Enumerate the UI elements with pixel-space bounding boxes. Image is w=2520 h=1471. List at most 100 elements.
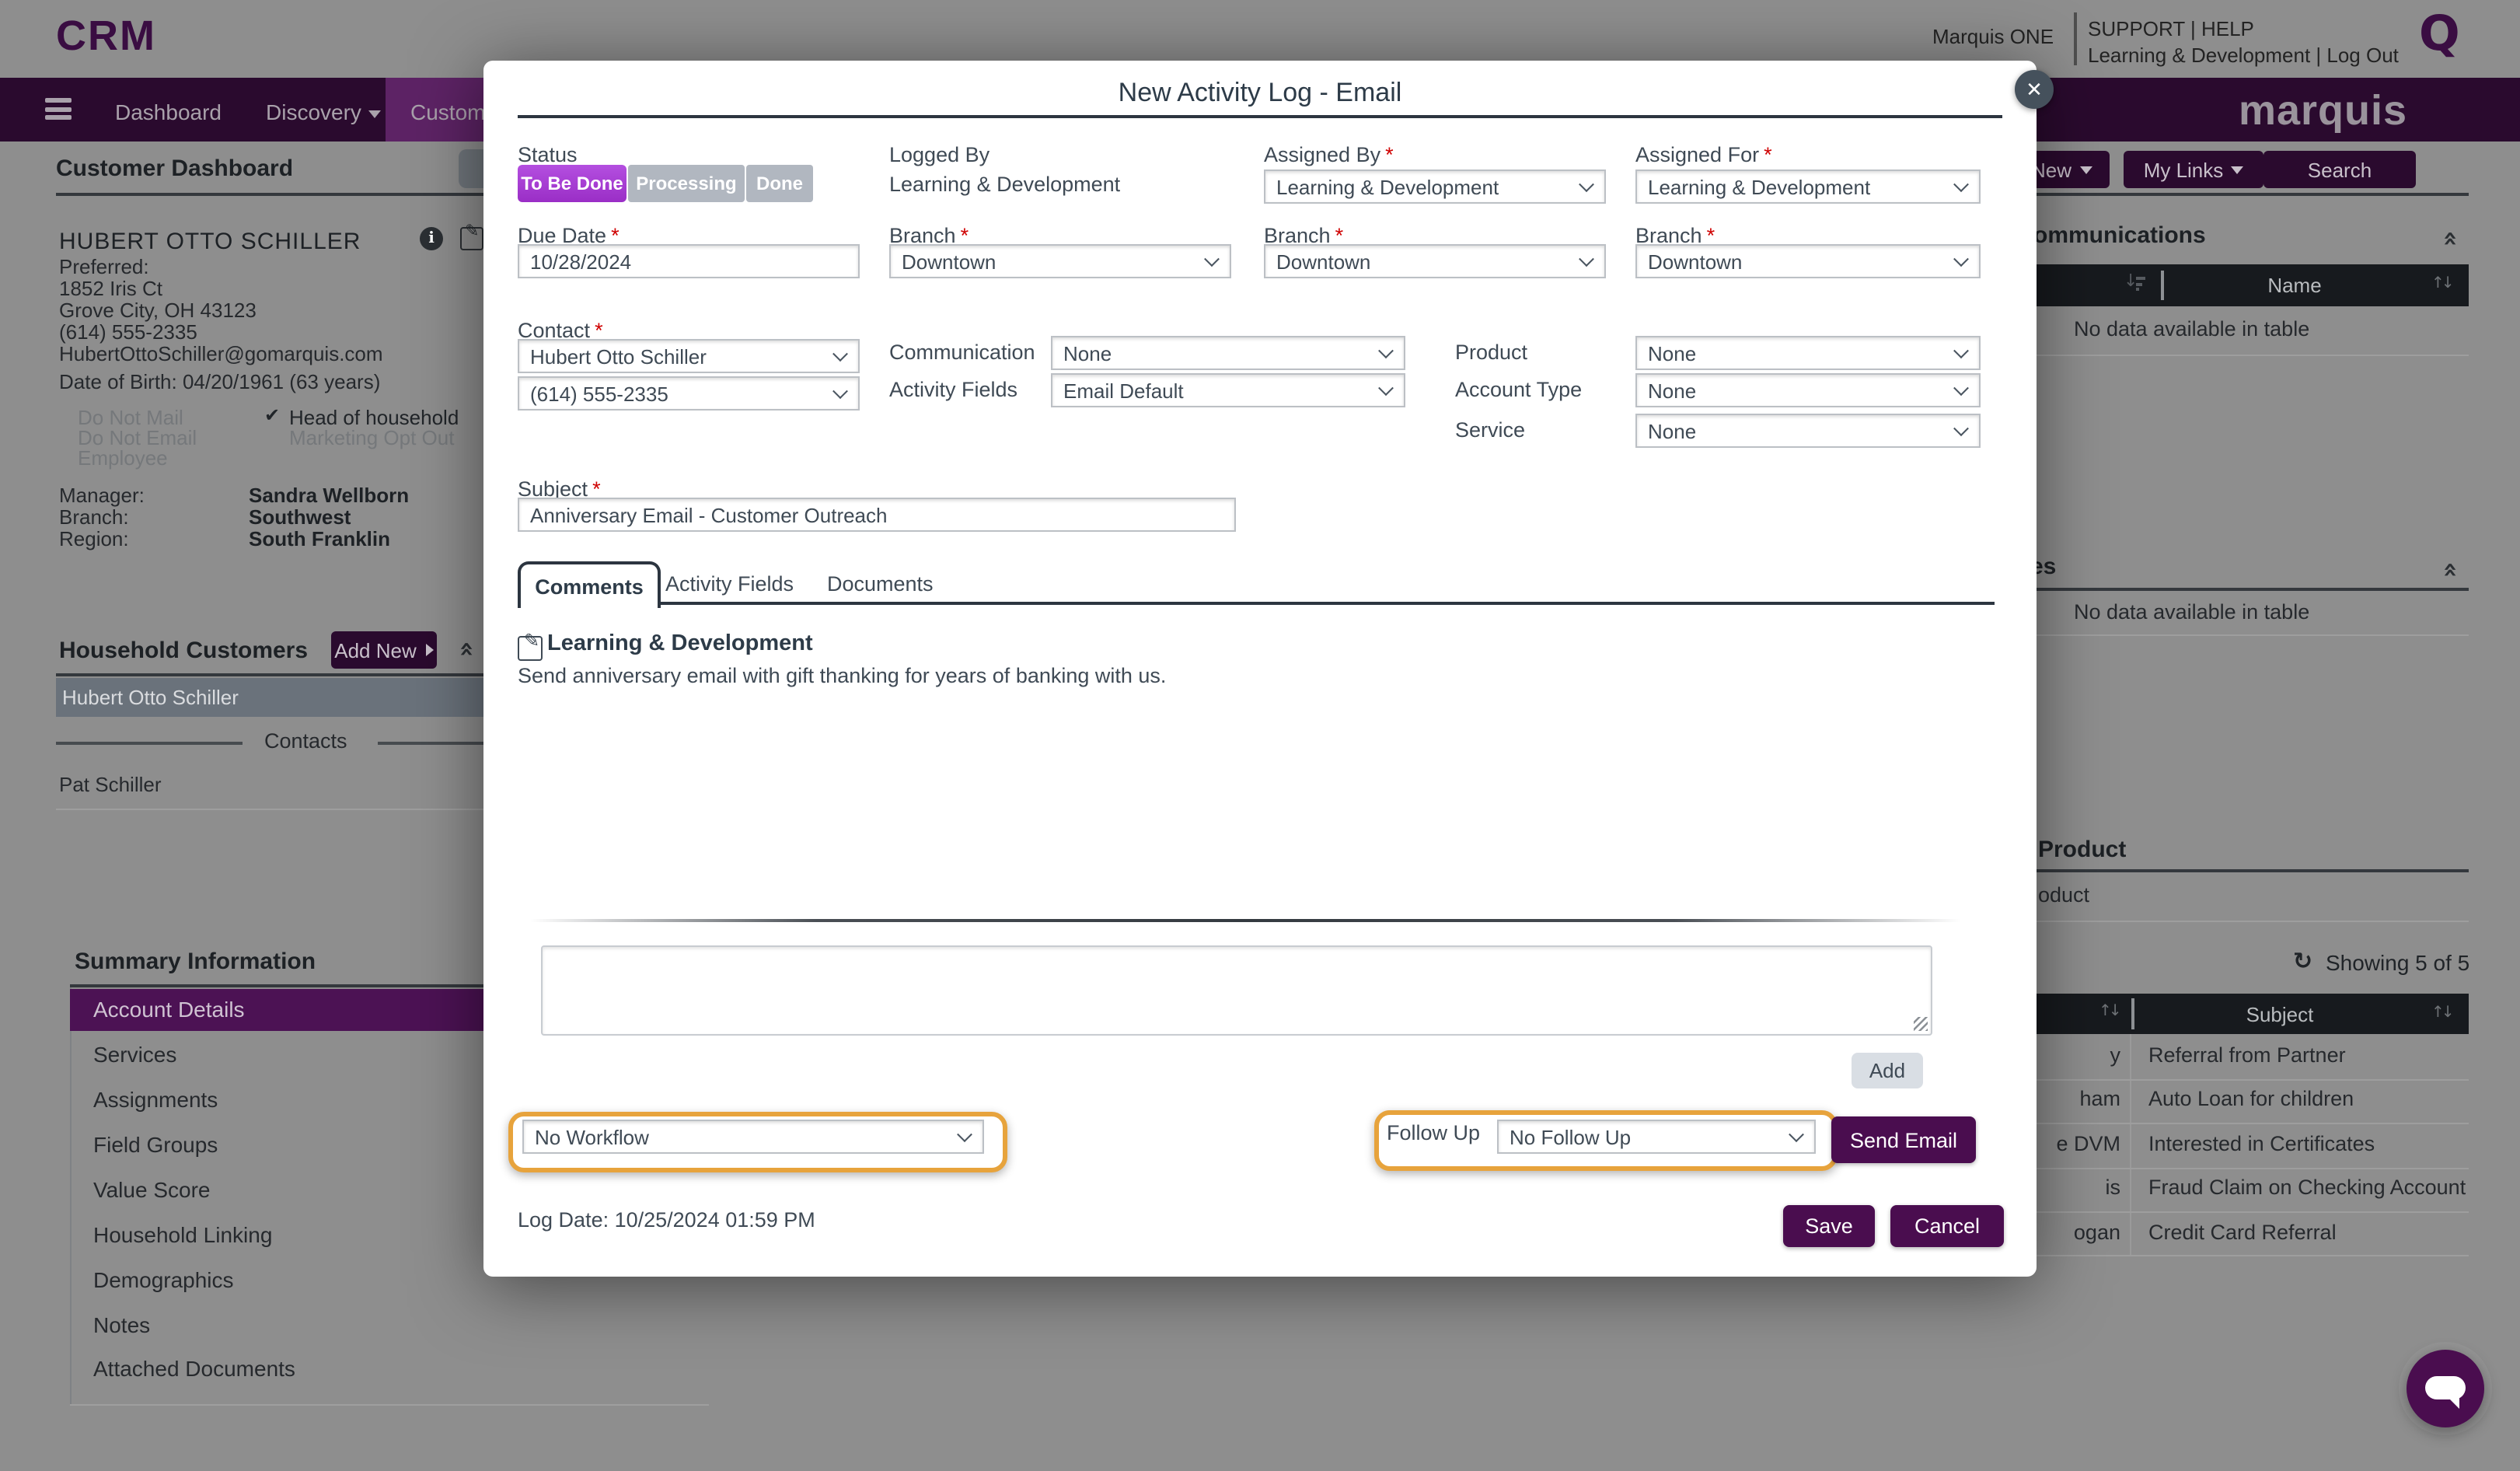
table-row-subject[interactable]: Referral from Partner [2148,1043,2346,1067]
workflow-select[interactable]: No Workflow [522,1120,984,1154]
customer-email[interactable]: HubertOttoSchiller@gomarquis.com [59,342,383,365]
product-select[interactable]: None [1635,336,1981,370]
sidebar-item-household-linking[interactable]: Household Linking [93,1222,272,1247]
contact-phone-select[interactable]: (614) 555-2335 [518,376,860,411]
add-comment-button[interactable]: Add [1852,1053,1923,1088]
collapse-icon[interactable]: » [450,641,480,658]
tab-underline [518,602,1995,605]
status-to-be-done-button[interactable]: To Be Done [518,165,627,202]
due-date-input[interactable]: 10/28/2024 [518,244,860,278]
status-processing-button[interactable]: Processing [628,165,745,202]
sort-icon[interactable]: ↑↓ [2099,1003,2119,1020]
chevron-down-icon [2231,166,2243,173]
summary-left-border [70,987,72,1404]
nav-item-discovery[interactable]: Discovery [266,100,382,124]
flag-employee: Employee [78,446,168,470]
topbar-divider [2074,12,2077,65]
column-header-subject[interactable]: Subject [2134,1003,2425,1026]
sidebar-item-attached-documents[interactable]: Attached Documents [93,1356,295,1381]
divider [70,1404,709,1406]
branch2-select[interactable]: Downtown [1264,244,1606,278]
status-label: Status [518,143,578,166]
service-select[interactable]: None [1635,414,1981,448]
table-row-subject[interactable]: Auto Loan for children [2148,1087,2354,1110]
subject-input[interactable]: Anniversary Email - Customer Outreach [518,498,1236,532]
communications-title: ommunications [2033,222,2206,249]
manager-label: Manager: [59,484,145,507]
region-label: Region: [59,527,129,550]
contact-select[interactable]: Hubert Otto Schiller [518,339,860,373]
support-help-links[interactable]: SUPPORT | HELP [2088,17,2254,40]
communication-select[interactable]: None [1051,336,1405,370]
learning-logout-links[interactable]: Learning & Development | Log Out [2088,44,2399,67]
chat-button[interactable] [2407,1350,2484,1427]
tab-activity-fields[interactable]: Activity Fields [665,572,794,596]
search-icon[interactable]: Q [2419,6,2460,62]
sidebar-item-field-groups[interactable]: Field Groups [93,1132,218,1157]
chevron-down-icon [2079,166,2092,173]
send-email-button[interactable]: Send Email [1831,1116,1976,1163]
sidebar-item-demographics[interactable]: Demographics [93,1267,234,1292]
product-name-link[interactable]: Marquis ONE [1932,25,2054,48]
address-line2: Grove City, OH 43123 [59,299,257,322]
collapse-icon[interactable]: » [2434,231,2463,247]
sidebar-item-notes[interactable]: Notes [93,1312,150,1337]
assigned-for-label: Assigned For* [1635,143,1772,166]
branch-value: Southwest [249,505,351,529]
sidebar-item-assignments[interactable]: Assignments [93,1087,218,1112]
tab-documents[interactable]: Documents [827,572,934,596]
sort-icon[interactable]: ↑↓ [2431,1005,2452,1022]
tab-comments[interactable]: Comments [518,561,661,608]
follow-up-label: Follow Up [1387,1121,1480,1144]
search-button[interactable]: Search [2263,151,2416,188]
status-done-button[interactable]: Done [746,165,813,202]
assigned-for-select[interactable]: Learning & Development [1635,169,1981,204]
sidebar-item-value-score[interactable]: Value Score [93,1177,210,1202]
comment-textarea[interactable] [541,945,1932,1036]
cancel-button[interactable]: Cancel [1890,1205,2004,1247]
region-value: South Franklin [249,527,390,550]
table-row-subject[interactable]: Credit Card Referral [2148,1221,2337,1244]
edit-icon[interactable]: ✎ [460,227,483,250]
product-panel-value: oduct [2038,883,2089,907]
customer-dob: Date of Birth: 04/20/1961 (63 years) [59,370,380,393]
info-icon[interactable]: i [420,227,443,250]
account-type-select[interactable]: None [1635,373,1981,407]
product-panel-title: Product [2038,837,2126,863]
chevron-down-icon [369,110,382,118]
screen: CRM Marquis ONE SUPPORT | HELP Learning … [0,0,2520,1471]
table-row-subject[interactable]: Interested in Certificates [2148,1132,2375,1155]
sort-icon[interactable]: ↑↓ [2431,275,2452,292]
branch1-select[interactable]: Downtown [889,244,1231,278]
menu-icon[interactable] [45,98,72,124]
summary-information-title: Summary Information [75,949,316,975]
activity-fields-select[interactable]: Email Default [1051,373,1405,407]
my-links-button[interactable]: My Links [2124,151,2263,188]
table-row-subject[interactable]: Fraud Claim on Checking Account [2148,1176,2466,1199]
page-title: Customer Dashboard [56,155,293,182]
marquis-brand-logo: marquis [2239,87,2407,135]
household-customers-title: Household Customers [59,638,308,664]
add-new-button[interactable]: Add New [331,631,437,669]
save-button[interactable]: Save [1783,1205,1875,1247]
branch-label: Branch: [59,505,129,529]
sidebar-item-account-details[interactable]: Account Details [93,997,245,1022]
nav-item-dashboard[interactable]: Dashboard [115,100,222,124]
close-icon[interactable]: ✕ [2015,70,2054,109]
flag-marketing-opt-out: Marketing Opt Out [289,426,454,449]
log-date: Log Date: 10/25/2024 01:59 PM [518,1208,815,1232]
divider [518,115,2002,118]
refresh-icon[interactable]: ↻ [2293,947,2312,975]
follow-up-select[interactable]: No Follow Up [1497,1120,1816,1154]
activity-fields-label: Activity Fields [889,378,1017,401]
branch3-select[interactable]: Downtown [1635,244,1981,278]
address-line1: 1852 Iris Ct [59,277,162,300]
modal-title: New Activity Log - Email [483,78,2037,109]
column-divider [2130,1034,2131,1255]
preferred-label: Preferred: [59,255,149,278]
collapse-icon[interactable]: » [2434,562,2463,578]
assigned-by-select[interactable]: Learning & Development [1264,169,1606,204]
contact-name[interactable]: Pat Schiller [59,773,162,796]
sidebar-item-services[interactable]: Services [93,1042,176,1067]
column-header-name[interactable]: Name [2164,274,2425,297]
